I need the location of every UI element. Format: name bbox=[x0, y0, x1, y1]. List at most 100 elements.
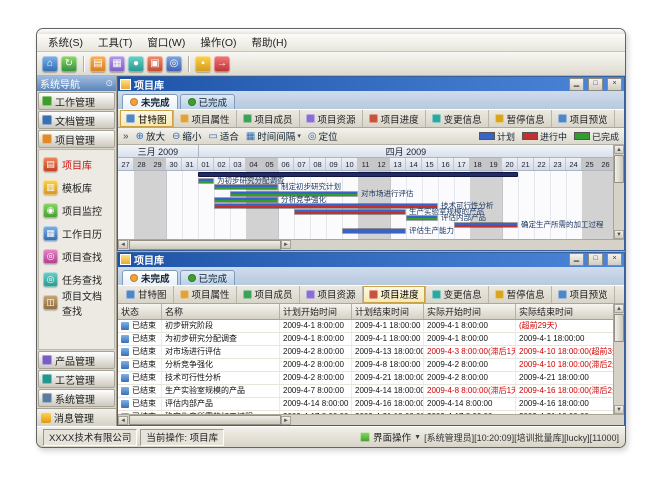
view-tab-properties[interactable]: 项目属性 bbox=[174, 286, 237, 303]
table-vertical-scrollbar[interactable]: ▲ ▼ bbox=[613, 304, 624, 415]
gantt-bar[interactable] bbox=[214, 203, 438, 209]
column-header[interactable]: 实际开始时间 bbox=[424, 304, 516, 319]
gantt-bar[interactable] bbox=[198, 178, 214, 184]
close-button[interactable]: × bbox=[607, 253, 622, 266]
table-row[interactable]: 已结束技术可行性分析2009-4-2 8:00:002009-4-21 18:0… bbox=[118, 372, 614, 385]
menu-item-operation[interactable]: 操作(O) bbox=[193, 34, 243, 51]
sidebar-group-system-management[interactable]: 系统管理 bbox=[38, 389, 115, 407]
table-row[interactable]: 已结束确定生产所需的加工过程2009-4-17 8:00:002009-4-21… bbox=[118, 411, 614, 415]
sidebar-group-document-management[interactable]: 文档管理 bbox=[38, 111, 115, 129]
table-row[interactable]: 已结束生产实验室规模的产品2009-4-7 8:00:002009-4-14 1… bbox=[118, 385, 614, 398]
minimize-button[interactable]: ▁ bbox=[569, 253, 584, 266]
template-library-icon[interactable]: ▦ bbox=[109, 56, 125, 72]
view-tab-pause[interactable]: 暂停信息 bbox=[489, 110, 552, 127]
filter-tab-completed[interactable]: 已完成 bbox=[180, 94, 236, 109]
gantt-bar[interactable] bbox=[294, 209, 406, 215]
column-header[interactable]: 状态 bbox=[118, 304, 162, 319]
view-tab-progress[interactable]: 项目进度 bbox=[363, 286, 426, 303]
scroll-thumb[interactable] bbox=[129, 415, 281, 425]
project-library-icon[interactable]: ▤ bbox=[90, 56, 106, 72]
view-tab-properties[interactable]: 项目属性 bbox=[174, 110, 237, 127]
column-header[interactable]: 名称 bbox=[162, 304, 280, 319]
maximize-button[interactable]: □ bbox=[588, 78, 603, 91]
gantt-horizontal-scrollbar[interactable]: ◄ ► bbox=[118, 239, 624, 250]
table-window-titlebar[interactable]: 项目库 ▁ □ × bbox=[118, 253, 624, 267]
view-tab-gantt[interactable]: 甘特图 bbox=[120, 286, 174, 303]
lock-icon[interactable]: ▪ bbox=[195, 56, 211, 72]
view-tab-preview[interactable]: 项目预览 bbox=[552, 286, 615, 303]
table-row[interactable]: 已结束初步研究阶段2009-4-1 8:00:002009-4-1 18:00:… bbox=[118, 320, 614, 333]
scroll-thumb[interactable] bbox=[614, 314, 624, 342]
sidebar-item-project-library[interactable]: ▤项目库 bbox=[41, 153, 112, 176]
scroll-up-icon[interactable]: ▲ bbox=[614, 145, 624, 154]
scroll-left-icon[interactable]: ◄ bbox=[118, 416, 128, 425]
sidebar-item-work-calendar[interactable]: ▦工作日历 bbox=[41, 222, 112, 245]
pin-icon[interactable]: ⊙ bbox=[105, 78, 113, 89]
mode-dropdown-arrow-icon[interactable]: ▼ bbox=[414, 434, 421, 441]
fit-button[interactable]: ▭适合 bbox=[208, 129, 238, 143]
filter-tab-pending[interactable]: 未完成 bbox=[122, 270, 178, 285]
view-tab-resources[interactable]: 项目资源 bbox=[300, 286, 363, 303]
system-home-icon[interactable]: ⌂ bbox=[42, 56, 58, 72]
table-row[interactable]: 已结束对市场进行评估2009-4-2 8:00:002009-4-13 18:0… bbox=[118, 346, 614, 359]
scroll-down-icon[interactable]: ▼ bbox=[614, 405, 624, 414]
exit-icon[interactable]: → bbox=[214, 56, 230, 72]
view-tab-changes[interactable]: 变更信息 bbox=[426, 286, 489, 303]
zoom-in-button[interactable]: ⊕放大 bbox=[136, 129, 165, 143]
menu-item-window[interactable]: 窗口(W) bbox=[140, 34, 192, 51]
view-tab-members[interactable]: 项目成员 bbox=[237, 286, 300, 303]
minimize-button[interactable]: ▁ bbox=[569, 78, 584, 91]
table-row[interactable]: 已结束为初步研究分配调查2009-4-1 8:00:002009-4-1 18:… bbox=[118, 333, 614, 346]
view-tab-changes[interactable]: 变更信息 bbox=[426, 110, 489, 127]
sidebar-item-template-library[interactable]: ▥模板库 bbox=[41, 176, 112, 199]
table-row[interactable]: 已结束分析竞争强化2009-4-2 8:00:002009-4-8 18:00:… bbox=[118, 359, 614, 372]
tab-message-management[interactable]: 消息管理 bbox=[37, 408, 116, 426]
view-tab-pause[interactable]: 暂停信息 bbox=[489, 286, 552, 303]
column-header[interactable]: 计划开始时间 bbox=[280, 304, 352, 319]
search-icon[interactable]: ◎ bbox=[166, 56, 182, 72]
gantt-bar[interactable] bbox=[342, 228, 406, 234]
sidebar-item-project-monitor[interactable]: ◉项目监控 bbox=[41, 199, 112, 222]
scroll-up-icon[interactable]: ▲ bbox=[614, 304, 624, 313]
scroll-thumb[interactable] bbox=[614, 155, 624, 183]
locate-button[interactable]: ◎定位 bbox=[308, 129, 338, 143]
sidebar-group-project-management[interactable]: 项目管理 bbox=[38, 130, 115, 148]
view-tab-members[interactable]: 项目成员 bbox=[237, 110, 300, 127]
zoom-out-button[interactable]: ⊖缩小 bbox=[172, 129, 201, 143]
gantt-bar[interactable] bbox=[214, 197, 278, 203]
close-button[interactable]: × bbox=[607, 78, 622, 91]
column-header[interactable]: 计划结束时间 bbox=[352, 304, 424, 319]
gantt-bar[interactable] bbox=[214, 184, 278, 190]
table-horizontal-scrollbar[interactable]: ◄ ► bbox=[118, 414, 624, 425]
gantt-bar[interactable] bbox=[454, 222, 518, 228]
maximize-button[interactable]: □ bbox=[588, 253, 603, 266]
sidebar-group-product-management[interactable]: 产品管理 bbox=[38, 351, 115, 369]
view-tab-progress[interactable]: 项目进度 bbox=[363, 110, 426, 127]
sidebar-group-work-management[interactable]: 工作管理 bbox=[38, 92, 115, 110]
scroll-right-icon[interactable]: ► bbox=[281, 240, 291, 249]
menu-item-system[interactable]: 系统(S) bbox=[41, 34, 90, 51]
gantt-bar[interactable] bbox=[406, 215, 438, 221]
scroll-down-icon[interactable]: ▼ bbox=[614, 230, 624, 239]
mode-label[interactable]: 界面操作 bbox=[373, 430, 411, 444]
time-interval-button[interactable]: ▦时间间隔▾ bbox=[246, 129, 301, 143]
scroll-left-icon[interactable]: ◄ bbox=[118, 240, 128, 249]
view-tab-resources[interactable]: 项目资源 bbox=[300, 110, 363, 127]
sidebar-item-project-search[interactable]: ◎项目查找 bbox=[41, 245, 112, 268]
gantt-vertical-scrollbar[interactable]: ▲ ▼ bbox=[613, 145, 624, 239]
scroll-right-icon[interactable]: ► bbox=[281, 416, 291, 425]
sidebar-item-project-doc-search[interactable]: ◫项目文档查找 bbox=[41, 291, 112, 314]
gantt-window-titlebar[interactable]: 项目库 ▁ □ × bbox=[118, 77, 624, 91]
menu-item-tools[interactable]: 工具(T) bbox=[91, 34, 139, 51]
table-row[interactable]: 已结束评估内部产品2009-4-14 8:00:002009-4-16 18:0… bbox=[118, 398, 614, 411]
overflow-chevron-icon[interactable]: » bbox=[123, 131, 129, 142]
filter-tab-completed[interactable]: 已完成 bbox=[180, 270, 236, 285]
work-calendar-icon[interactable]: ▣ bbox=[147, 56, 163, 72]
scroll-thumb[interactable] bbox=[129, 240, 281, 250]
view-tab-preview[interactable]: 项目预览 bbox=[552, 110, 615, 127]
sidebar-group-process-management[interactable]: 工艺管理 bbox=[38, 370, 115, 388]
refresh-icon[interactable]: ↻ bbox=[61, 56, 77, 72]
view-tab-gantt[interactable]: 甘特图 bbox=[120, 110, 174, 127]
column-header[interactable]: 实际结束时间 bbox=[516, 304, 614, 319]
filter-tab-pending[interactable]: 未完成 bbox=[122, 94, 178, 109]
